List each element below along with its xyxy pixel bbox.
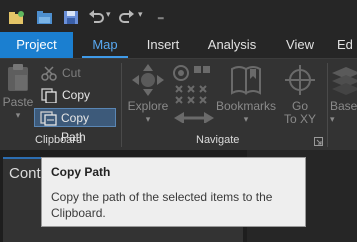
paste-label: Paste bbox=[2, 95, 34, 109]
navigate-dialog-launcher-icon[interactable] bbox=[314, 137, 323, 146]
basemap-button[interactable]: Base ▾ bbox=[330, 63, 357, 126]
cut-label: Cut bbox=[62, 66, 81, 80]
bookmarks-icon bbox=[231, 66, 261, 95]
cut-button[interactable]: Cut bbox=[36, 64, 96, 83]
tab-analysis[interactable]: Analysis bbox=[200, 32, 264, 58]
tab-project[interactable]: Project bbox=[0, 32, 73, 58]
group-divider bbox=[121, 63, 122, 147]
tab-insert[interactable]: Insert bbox=[138, 32, 188, 58]
basemap-dropdown-icon: ▾ bbox=[330, 114, 335, 124]
copy-path-icon bbox=[40, 111, 57, 126]
copy-path-button[interactable]: Copy Path bbox=[34, 108, 116, 144]
undo-icon[interactable] bbox=[88, 9, 104, 25]
bookmarks-dropdown-icon: ▾ bbox=[243, 114, 249, 124]
paste-icon bbox=[8, 64, 28, 91]
tooltip-title: Copy Path bbox=[51, 165, 111, 179]
paste-dropdown-icon: ▾ bbox=[15, 110, 21, 120]
bookmarks-label: Bookmarks bbox=[216, 99, 277, 113]
undo-dropdown-icon[interactable]: ▾ bbox=[106, 9, 111, 20]
tab-edit[interactable]: Ed bbox=[337, 32, 357, 58]
ribbon-tabs: Project Map Insert Analysis View Ed bbox=[0, 32, 357, 58]
cut-icon bbox=[41, 66, 57, 81]
tab-map[interactable]: Map bbox=[82, 32, 128, 58]
copy-path-tooltip: Copy Path Copy the path of the selected … bbox=[41, 157, 306, 227]
redo-icon[interactable] bbox=[119, 9, 135, 25]
go-to-xy-label-line2: To XY bbox=[283, 112, 316, 126]
paste-button[interactable]: Paste ▾ bbox=[2, 63, 34, 122]
navigation-tools-icon[interactable] bbox=[172, 63, 218, 123]
copy-label: Copy bbox=[62, 88, 91, 102]
explore-label: Explore bbox=[127, 99, 169, 113]
copy-button[interactable]: Copy bbox=[36, 86, 96, 105]
explore-button[interactable]: Explore ▾ bbox=[126, 63, 170, 126]
group-divider bbox=[327, 63, 328, 147]
bookmarks-button[interactable]: Bookmarks ▾ bbox=[216, 63, 276, 126]
basemap-label: Base bbox=[330, 99, 357, 113]
copy-icon bbox=[41, 88, 57, 103]
tooltip-description: Copy the path of the selected items to t… bbox=[51, 190, 273, 220]
quick-access-toolbar: ▾ ▾ ‗ bbox=[0, 0, 357, 32]
basemap-icon bbox=[332, 67, 357, 95]
redo-dropdown-icon[interactable]: ▾ bbox=[138, 9, 143, 20]
contents-pane-title: Cont bbox=[9, 165, 41, 182]
customize-toolbar-icon[interactable]: ‗ bbox=[158, 9, 164, 20]
save-project-icon[interactable] bbox=[63, 9, 81, 25]
go-to-xy-icon bbox=[285, 65, 315, 95]
tab-view[interactable]: View bbox=[278, 32, 322, 58]
explore-dropdown-icon: ▾ bbox=[145, 114, 151, 124]
go-to-xy-button[interactable]: Go To XY bbox=[280, 63, 320, 126]
navigate-group-label: Navigate bbox=[196, 134, 240, 146]
open-project-icon[interactable] bbox=[36, 9, 54, 25]
explore-icon bbox=[132, 64, 164, 96]
ribbon: Paste ▾ Cut Copy Copy Path Clipboard Exp… bbox=[0, 58, 357, 150]
clipboard-group-label: Clipboard bbox=[35, 134, 83, 146]
new-project-icon[interactable] bbox=[8, 9, 26, 25]
